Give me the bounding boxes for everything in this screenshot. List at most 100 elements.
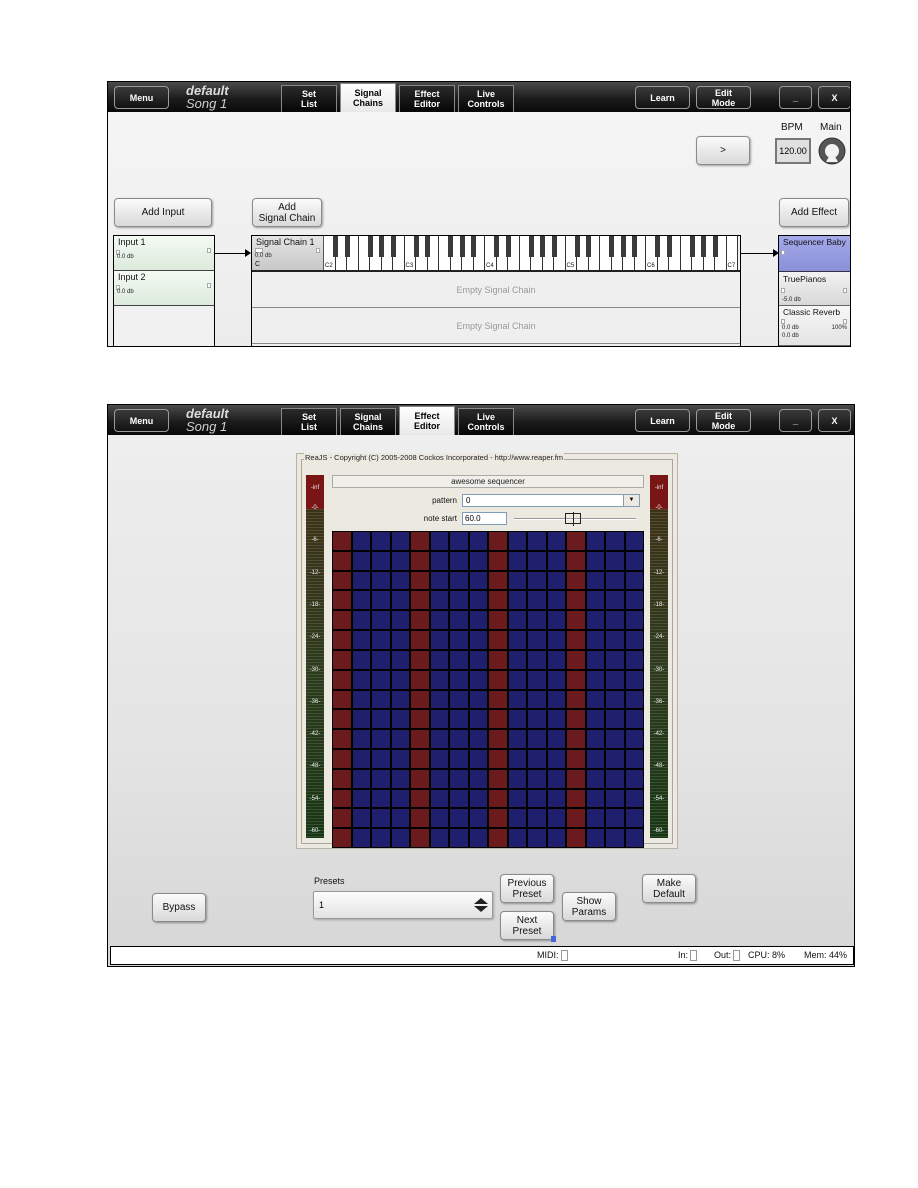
sequencer-cell[interactable] — [430, 789, 448, 808]
chevron-down-icon[interactable]: ▼ — [623, 495, 639, 506]
sequencer-cell[interactable] — [450, 650, 468, 669]
edit-mode-button[interactable]: Edit Mode — [696, 409, 751, 432]
sequencer-cell[interactable] — [450, 611, 468, 630]
sequencer-cell[interactable] — [391, 532, 409, 550]
effect-item[interactable]: TruePianos -5.0 db — [779, 272, 850, 306]
sequencer-cell[interactable] — [606, 571, 624, 590]
sequencer-cell[interactable] — [352, 809, 370, 828]
sequencer-cell[interactable] — [372, 690, 390, 709]
tab-live-controls[interactable]: Live Controls — [458, 85, 514, 112]
sequencer-cell-beat[interactable] — [567, 769, 585, 788]
sequencer-cell[interactable] — [469, 769, 487, 788]
white-key[interactable] — [715, 236, 727, 270]
sequencer-cell[interactable] — [450, 829, 468, 847]
sequencer-cell[interactable] — [586, 611, 604, 630]
empty-signal-chain-row[interactable]: Empty Signal Chain — [252, 272, 740, 308]
sequencer-cell[interactable] — [391, 611, 409, 630]
sequencer-cell[interactable] — [528, 809, 546, 828]
sequencer-cell[interactable] — [547, 670, 565, 689]
sequencer-cell[interactable] — [450, 730, 468, 748]
sequencer-cell[interactable] — [469, 571, 487, 590]
sequencer-cell[interactable] — [586, 710, 604, 729]
play-button[interactable]: > — [696, 136, 750, 165]
sequencer-cell[interactable] — [391, 829, 409, 847]
sequencer-cell[interactable] — [430, 611, 448, 630]
sequencer-cell-beat[interactable] — [333, 611, 351, 630]
sequencer-cell[interactable] — [372, 591, 390, 610]
input-item[interactable]: Input 2 0.0 db — [114, 271, 214, 306]
close-button[interactable]: X — [818, 409, 851, 432]
minimize-button[interactable]: _ — [779, 409, 812, 432]
sequencer-cell-beat[interactable] — [411, 670, 429, 689]
tab-set-list[interactable]: Set List — [281, 408, 337, 435]
sequencer-cell[interactable] — [469, 650, 487, 669]
sequencer-cell-beat[interactable] — [489, 611, 507, 630]
sequencer-cell[interactable] — [625, 571, 643, 590]
sequencer-cell-beat[interactable] — [489, 789, 507, 808]
sequencer-cell[interactable] — [352, 611, 370, 630]
sequencer-cell[interactable] — [430, 551, 448, 570]
sequencer-cell-beat[interactable] — [567, 809, 585, 828]
sequencer-cell[interactable] — [547, 690, 565, 709]
sequencer-cell[interactable] — [372, 769, 390, 788]
sequencer-cell-beat[interactable] — [489, 809, 507, 828]
sequencer-cell[interactable] — [606, 769, 624, 788]
sequencer-cell[interactable] — [586, 829, 604, 847]
sequencer-cell[interactable] — [352, 650, 370, 669]
sequencer-cell[interactable] — [528, 571, 546, 590]
sequencer-cell-beat[interactable] — [411, 749, 429, 768]
sequencer-cell[interactable] — [450, 749, 468, 768]
sequencer-cell[interactable] — [528, 690, 546, 709]
sequencer-cell[interactable] — [450, 532, 468, 550]
sequencer-cell-beat[interactable] — [333, 571, 351, 590]
sequencer-cell[interactable] — [625, 710, 643, 729]
sequencer-cell-beat[interactable] — [567, 670, 585, 689]
sequencer-cell-beat[interactable] — [411, 650, 429, 669]
effect-item[interactable]: Classic Reverb 0.0 db 100% 0.0 db — [779, 306, 850, 346]
sequencer-cell[interactable] — [352, 690, 370, 709]
sequencer-cell[interactable] — [508, 591, 526, 610]
sequencer-cell-beat[interactable] — [333, 650, 351, 669]
sequencer-cell[interactable] — [430, 690, 448, 709]
sequencer-cell[interactable] — [508, 571, 526, 590]
sequencer-cell[interactable] — [352, 631, 370, 649]
sequencer-cell-beat[interactable] — [489, 551, 507, 570]
sequencer-cell[interactable] — [430, 809, 448, 828]
sequencer-cell[interactable] — [469, 551, 487, 570]
sequencer-cell[interactable] — [625, 690, 643, 709]
sequencer-cell[interactable] — [625, 551, 643, 570]
sequencer-cell[interactable] — [586, 730, 604, 748]
sequencer-cell-beat[interactable] — [411, 809, 429, 828]
sequencer-cell[interactable] — [372, 532, 390, 550]
sequencer-cell[interactable] — [391, 789, 409, 808]
white-key[interactable] — [635, 236, 646, 270]
sequencer-cell[interactable] — [625, 591, 643, 610]
sequencer-cell-beat[interactable] — [333, 670, 351, 689]
sequencer-cell-beat[interactable] — [333, 631, 351, 649]
sequencer-cell[interactable] — [391, 809, 409, 828]
sequencer-cell-beat[interactable] — [567, 591, 585, 610]
sequencer-cell-beat[interactable] — [333, 769, 351, 788]
sequencer-cell-beat[interactable] — [489, 571, 507, 590]
sequencer-cell[interactable] — [391, 690, 409, 709]
sequencer-cell[interactable] — [352, 591, 370, 610]
sequencer-cell[interactable] — [450, 571, 468, 590]
sequencer-cell[interactable] — [430, 631, 448, 649]
sequencer-cell[interactable] — [508, 710, 526, 729]
sequencer-cell[interactable] — [450, 789, 468, 808]
sequencer-cell-beat[interactable] — [411, 710, 429, 729]
sequencer-cell[interactable] — [430, 769, 448, 788]
sequencer-cell[interactable] — [469, 591, 487, 610]
sequencer-cell-beat[interactable] — [333, 591, 351, 610]
sequencer-cell[interactable] — [469, 690, 487, 709]
sequencer-cell[interactable] — [528, 829, 546, 847]
close-button[interactable]: X — [818, 86, 850, 109]
sequencer-cell-beat[interactable] — [567, 829, 585, 847]
tab-signal-chains[interactable]: Signal Chains — [340, 408, 396, 435]
note-start-input[interactable]: 60.0 — [462, 512, 507, 525]
sequencer-cell[interactable] — [606, 730, 624, 748]
sequencer-cell[interactable] — [469, 789, 487, 808]
sequencer-cell[interactable] — [547, 650, 565, 669]
white-key[interactable] — [347, 236, 359, 270]
sequencer-cell[interactable] — [508, 829, 526, 847]
